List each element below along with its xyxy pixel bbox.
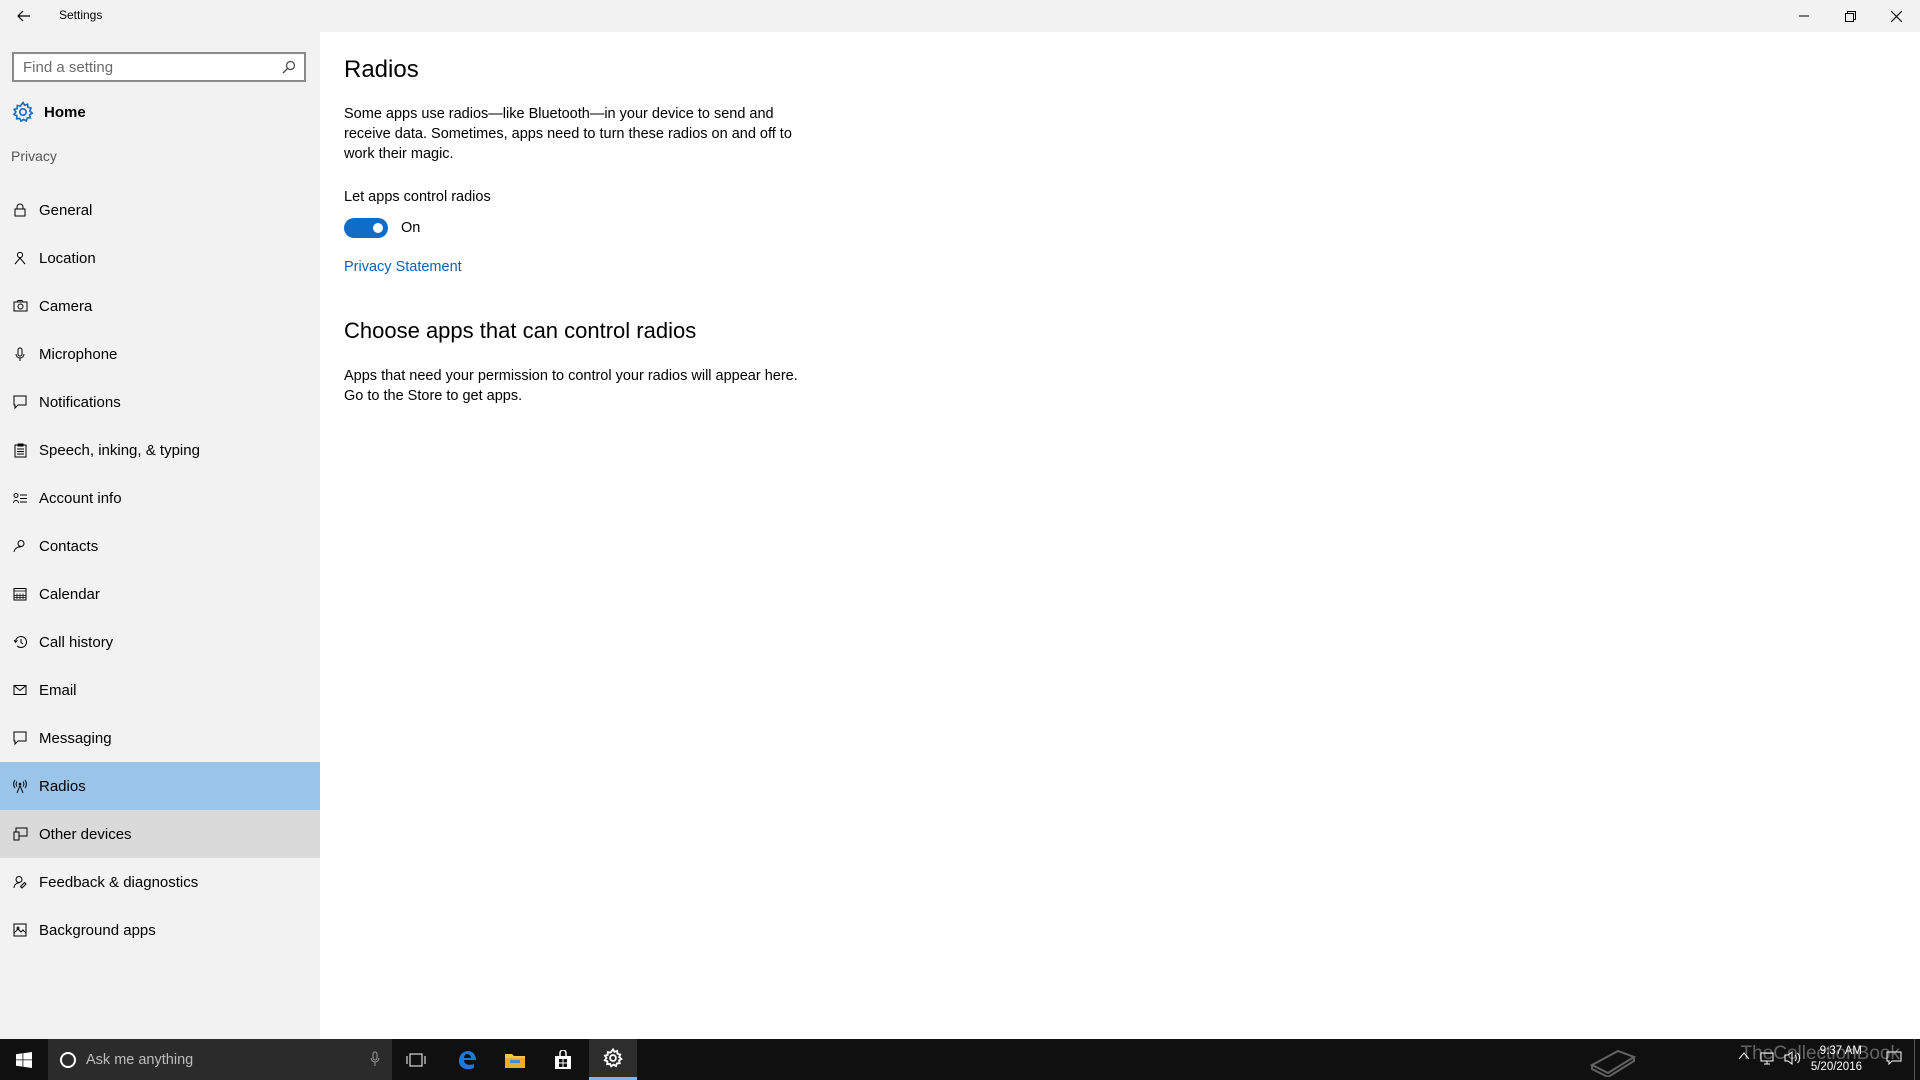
feedback-icon — [12, 874, 28, 890]
radio-tower-icon — [12, 778, 28, 794]
store-icon — [555, 1049, 571, 1069]
network-icon[interactable] — [1759, 1050, 1775, 1066]
back-arrow-icon — [17, 10, 30, 22]
start-button[interactable] — [0, 1039, 48, 1080]
show-hidden-icons-icon[interactable] — [1738, 1050, 1750, 1062]
email-icon — [12, 682, 28, 698]
title-bar: Settings — [0, 0, 1920, 32]
window-title: Settings — [59, 8, 103, 22]
contacts-icon — [12, 538, 28, 554]
page-title: Radios — [344, 56, 419, 83]
background-apps-icon — [12, 922, 28, 938]
privacy-nav-list: General Location Camera Microphone Notif… — [0, 186, 320, 954]
task-view-icon — [406, 1053, 426, 1066]
radios-toggle-switch[interactable] — [344, 218, 388, 238]
minimize-icon — [1799, 15, 1809, 17]
folder-icon — [505, 1053, 525, 1068]
back-button[interactable] — [10, 0, 38, 32]
sidebar-item-radios[interactable]: Radios — [0, 762, 320, 810]
microphone-icon[interactable] — [370, 1051, 380, 1067]
history-icon — [12, 634, 28, 650]
gear-icon — [12, 101, 34, 123]
gear-icon — [603, 1048, 623, 1068]
clipboard-icon — [12, 442, 28, 458]
camera-icon — [12, 298, 28, 314]
sidebar-item-call-history[interactable]: Call history — [0, 618, 320, 666]
restore-icon — [1844, 10, 1856, 22]
sidebar-item-location[interactable]: Location — [0, 234, 320, 282]
sidebar-item-feedback[interactable]: Feedback & diagnostics — [0, 858, 320, 906]
close-button[interactable] — [1873, 0, 1919, 32]
close-icon — [1890, 10, 1902, 22]
sidebar-item-notifications[interactable]: Notifications — [0, 378, 320, 426]
messaging-icon — [12, 730, 28, 746]
book-watermark-icon — [1589, 1049, 1637, 1077]
clock-time: 9:37 AM — [1819, 1045, 1862, 1057]
action-center-icon[interactable] — [1886, 1050, 1902, 1066]
windows-logo-icon — [16, 1051, 32, 1068]
privacy-statement-link[interactable]: Privacy Statement — [344, 259, 462, 275]
taskbar-clock[interactable]: 9:37 AM 5/20/2016 — [1811, 1043, 1862, 1075]
toggle-row: On — [344, 218, 420, 238]
notifications-icon — [12, 394, 28, 410]
sidebar: Home Privacy General Location Camera Mic… — [0, 32, 320, 1039]
account-info-icon — [12, 490, 28, 506]
show-desktop-divider[interactable] — [1914, 1039, 1915, 1080]
home-link[interactable]: Home — [12, 96, 86, 128]
sidebar-item-microphone[interactable]: Microphone — [0, 330, 320, 378]
sidebar-item-speech[interactable]: Speech, inking, & typing — [0, 426, 320, 474]
radios-description: Some apps use radios—like Bluetooth—in y… — [344, 106, 792, 162]
taskbar-file-explorer[interactable] — [491, 1039, 539, 1080]
lock-icon — [12, 202, 28, 218]
search-input[interactable] — [14, 53, 278, 81]
sidebar-item-contacts[interactable]: Contacts — [0, 522, 320, 570]
section-title: Choose apps that can control radios — [344, 318, 697, 343]
edge-icon — [459, 1050, 476, 1069]
location-person-icon — [12, 250, 28, 266]
sidebar-item-general[interactable]: General — [0, 186, 320, 234]
cortana-search-box[interactable]: Ask me anything — [48, 1039, 392, 1080]
section-label: Privacy — [11, 148, 57, 164]
cortana-placeholder: Ask me anything — [86, 1051, 194, 1068]
sidebar-item-messaging[interactable]: Messaging — [0, 714, 320, 762]
sidebar-item-background-apps[interactable]: Background apps — [0, 906, 320, 954]
toggle-knob — [373, 223, 383, 233]
sidebar-item-email[interactable]: Email — [0, 666, 320, 714]
section-description: Apps that need your permission to contro… — [344, 368, 798, 404]
search-icon[interactable] — [278, 56, 300, 78]
sidebar-item-account-info[interactable]: Account info — [0, 474, 320, 522]
home-label: Home — [44, 103, 86, 121]
task-view-button[interactable] — [392, 1039, 440, 1080]
taskbar-edge[interactable] — [443, 1039, 491, 1080]
sidebar-item-camera[interactable]: Camera — [0, 282, 320, 330]
taskbar: Ask me anything TheCollectionBook 9:37 A… — [0, 1039, 1920, 1080]
calendar-icon — [12, 586, 28, 602]
toggle-label: Let apps control radios — [344, 189, 491, 205]
cortana-icon — [60, 1051, 76, 1068]
sidebar-item-calendar[interactable]: Calendar — [0, 570, 320, 618]
toggle-state-label: On — [401, 220, 421, 236]
minimize-button[interactable] — [1781, 0, 1827, 32]
volume-icon[interactable] — [1784, 1050, 1802, 1066]
taskbar-store[interactable] — [539, 1039, 587, 1080]
search-box[interactable] — [12, 52, 306, 82]
clock-date: 5/20/2016 — [1810, 1061, 1862, 1073]
devices-icon — [12, 826, 28, 842]
restore-button[interactable] — [1827, 0, 1873, 32]
microphone-icon — [12, 346, 28, 362]
sidebar-item-other-devices[interactable]: Other devices — [0, 810, 320, 858]
taskbar-settings[interactable] — [589, 1039, 637, 1080]
